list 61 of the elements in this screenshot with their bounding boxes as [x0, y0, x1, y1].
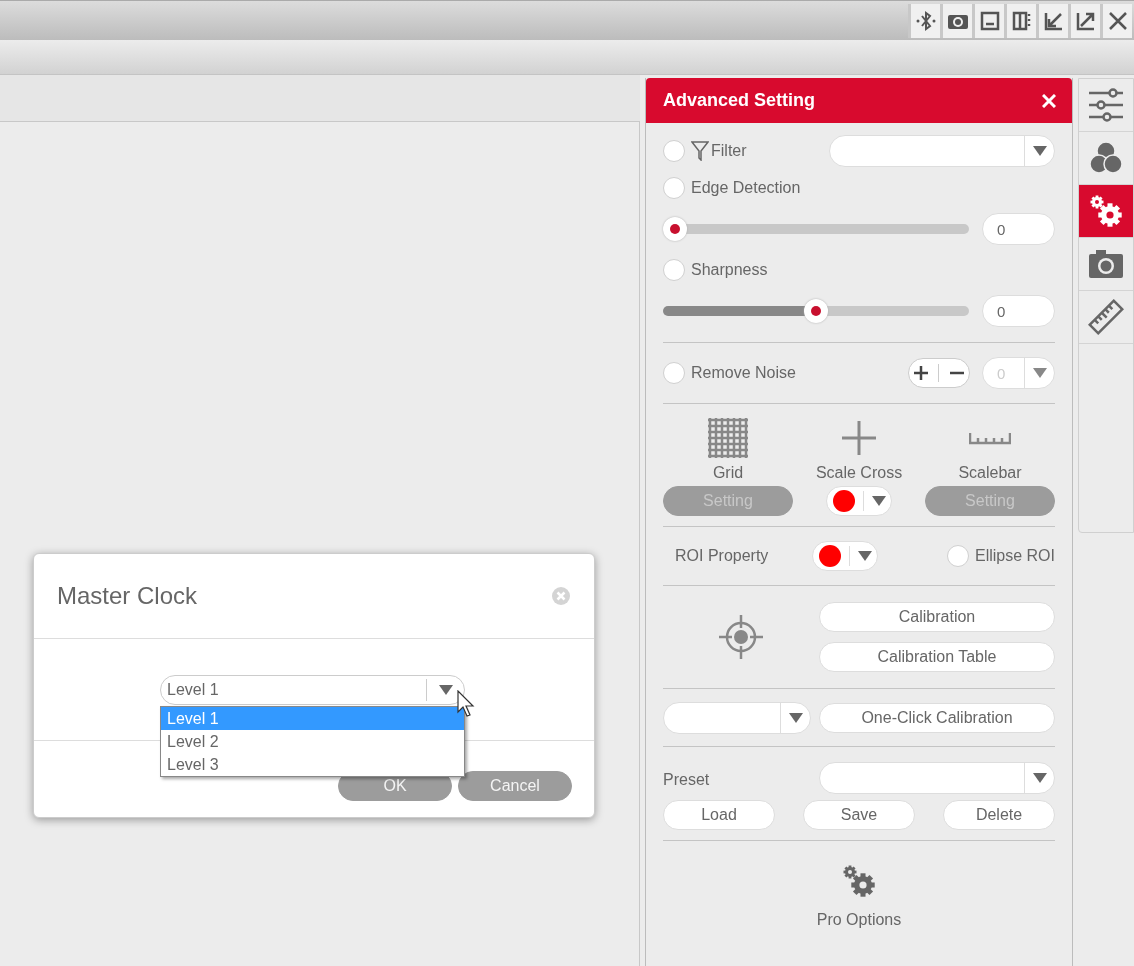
dropdown-option[interactable]: Level 3 — [161, 752, 464, 776]
arrow-up-right-icon[interactable] — [1075, 10, 1096, 31]
grid-icon — [707, 417, 749, 459]
filter-radio[interactable] — [663, 140, 685, 162]
calibration-button[interactable]: Calibration — [819, 602, 1055, 632]
slider-track[interactable] — [663, 299, 969, 323]
edge-detection-label: Edge Detection — [691, 179, 801, 197]
overlay-label: Grid — [712, 464, 744, 482]
panel-title: Advanced Setting — [663, 90, 816, 111]
caret-icon — [858, 551, 873, 561]
sharpness-label: Sharpness — [691, 261, 768, 279]
filter-label: Filter — [711, 142, 747, 160]
columns-icon[interactable] — [1011, 10, 1032, 31]
minimize-icon[interactable] — [979, 10, 1000, 31]
preset-button[interactable]: Load — [663, 800, 775, 830]
bluetooth-signal-icon — [915, 10, 936, 31]
overlay-label: Scalebar — [958, 464, 1022, 482]
arrow-down-left-icon[interactable] — [1043, 10, 1064, 31]
overlay-label: Scale Cross — [815, 464, 903, 482]
slider-thumb[interactable] — [804, 299, 828, 323]
preset-label: Preset — [663, 771, 710, 789]
sliders-icon — [1087, 87, 1125, 123]
caret-icon — [1032, 368, 1047, 378]
value-field[interactable]: 0 — [982, 213, 1055, 245]
dialog-title: Master Clock — [57, 582, 198, 610]
gears-icon — [841, 863, 877, 899]
one-click-calibration-button[interactable]: One-Click Calibration — [819, 702, 1055, 733]
close-icon[interactable] — [1107, 10, 1128, 31]
remove-noise-label: Remove Noise — [691, 364, 796, 382]
caret-icon — [1032, 773, 1047, 783]
funnel-icon — [691, 141, 709, 161]
crosshair-plus-icon — [841, 420, 877, 456]
color-circles-icon — [1088, 140, 1124, 176]
value-field[interactable]: 0 — [982, 295, 1055, 327]
plus-minus-control[interactable] — [908, 358, 970, 388]
calibration-button[interactable]: Calibration Table — [819, 642, 1055, 672]
ellipse-roi-radio[interactable] — [946, 545, 969, 567]
color-picker[interactable] — [812, 541, 879, 571]
minus-icon — [949, 371, 964, 375]
dropdown-option[interactable]: Level 2 — [161, 729, 464, 753]
preset-button[interactable]: Save — [803, 800, 915, 830]
caret-icon — [872, 496, 886, 506]
scalebar-icon — [969, 431, 1011, 445]
caret-icon — [438, 684, 453, 695]
caret-icon — [788, 712, 803, 723]
target-icon[interactable] — [718, 614, 764, 660]
preset-button[interactable]: Delete — [943, 800, 1055, 830]
gears-icon — [1088, 193, 1124, 229]
color-picker[interactable] — [826, 486, 892, 516]
caret-icon — [1032, 146, 1047, 156]
slider-track[interactable] — [663, 217, 969, 241]
slider-thumb[interactable] — [663, 217, 687, 241]
side-tab[interactable] — [1079, 185, 1133, 238]
ellipse-roi-label: Ellipse ROI — [974, 547, 1055, 565]
camera-icon — [1088, 249, 1124, 279]
pro-options-link[interactable]: Pro Options — [816, 911, 902, 929]
edge-detection-radio[interactable] — [663, 177, 685, 199]
plus-icon — [914, 366, 929, 380]
sharpness-radio[interactable] — [663, 259, 685, 281]
roi-property-label: ROI Property — [675, 547, 769, 565]
ruler-icon — [1088, 299, 1124, 335]
